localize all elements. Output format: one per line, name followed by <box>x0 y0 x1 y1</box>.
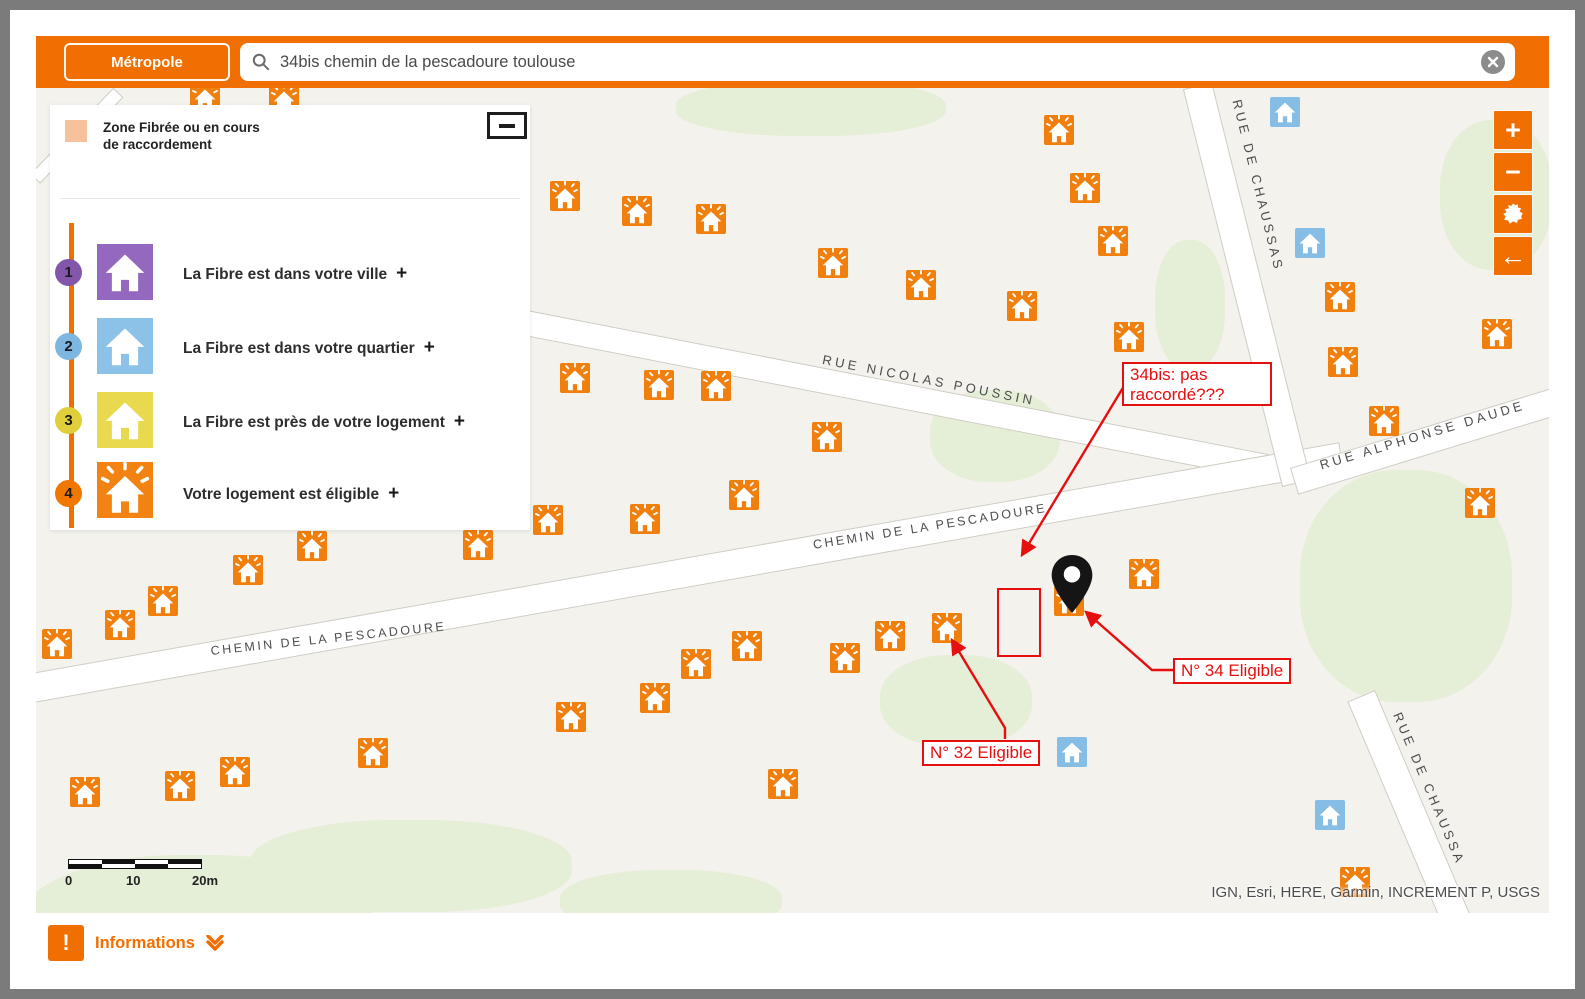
marker-logement-eligible[interactable] <box>701 371 731 401</box>
map-attribution: IGN, Esri, HERE, Garmin, INCREMENT P, US… <box>1211 884 1540 901</box>
location-pin-icon <box>1048 553 1096 615</box>
marker-logement-eligible[interactable] <box>1328 347 1358 377</box>
house-icon-ville <box>97 244 153 300</box>
marker-logement-eligible[interactable] <box>1465 488 1495 518</box>
legend-item-eligible: Votre logement est éligible+ <box>183 483 399 505</box>
search-icon <box>252 53 270 71</box>
marker-logement-eligible[interactable] <box>630 504 660 534</box>
vegetation-patch <box>676 88 946 136</box>
marker-logement-eligible[interactable] <box>220 757 250 787</box>
vegetation-patch <box>1155 240 1225 370</box>
marker-fibre-quartier[interactable] <box>1295 228 1325 258</box>
vegetation-patch <box>560 870 782 913</box>
scale-bar: 0 10 20m <box>68 859 228 889</box>
map-controls: + − ← <box>1493 110 1533 278</box>
close-icon <box>1487 56 1499 68</box>
house-icon-quartier <box>97 318 153 374</box>
marker-logement-eligible[interactable] <box>1114 322 1144 352</box>
plus-icon[interactable]: + <box>396 263 407 284</box>
marker-logement-eligible[interactable] <box>622 196 652 226</box>
window-frame: Métropole <box>0 0 1585 999</box>
app-page: Métropole <box>10 10 1575 989</box>
annotation-rectangle <box>997 588 1041 657</box>
marker-logement-eligible[interactable] <box>1070 173 1100 203</box>
house-icon-logement <box>97 392 153 448</box>
marker-logement-eligible[interactable] <box>556 702 586 732</box>
marker-logement-eligible[interactable] <box>1007 291 1037 321</box>
marker-logement-eligible[interactable] <box>696 204 726 234</box>
marker-logement-eligible[interactable] <box>1098 226 1128 256</box>
divider <box>60 198 520 199</box>
step-badge-3: 3 <box>55 407 82 434</box>
marker-logement-eligible[interactable] <box>830 643 860 673</box>
marker-logement-eligible[interactable] <box>1369 406 1399 436</box>
zone-fibree-swatch <box>65 120 87 142</box>
marker-logement-eligible[interactable] <box>165 771 195 801</box>
marker-logement-eligible[interactable] <box>640 683 670 713</box>
marker-logement-eligible[interactable] <box>732 631 762 661</box>
chevron-down-icon <box>205 935 225 951</box>
marker-logement-eligible[interactable] <box>358 738 388 768</box>
marker-logement-eligible[interactable] <box>906 270 936 300</box>
marker-logement-eligible[interactable] <box>148 586 178 616</box>
marker-logement-eligible[interactable] <box>70 777 100 807</box>
info-exclamation-icon: ! <box>48 925 84 961</box>
france-extent-button[interactable] <box>1493 194 1533 234</box>
france-icon <box>1500 201 1526 227</box>
marker-logement-eligible[interactable] <box>818 248 848 278</box>
annotation-n32: N° 32 Eligible <box>922 740 1040 766</box>
marker-logement-eligible[interactable] <box>1482 319 1512 349</box>
legend-panel: Zone Fibrée ou en cours de raccordement … <box>50 105 530 530</box>
legend-item-ville: La Fibre est dans votre ville+ <box>183 263 407 285</box>
marker-logement-eligible[interactable] <box>644 370 674 400</box>
marker-logement-eligible[interactable] <box>1129 559 1159 589</box>
marker-fibre-quartier[interactable] <box>1315 800 1345 830</box>
marker-logement-eligible[interactable] <box>463 530 493 560</box>
search-input[interactable] <box>280 53 1481 72</box>
minus-icon <box>499 124 515 128</box>
marker-logement-eligible[interactable] <box>297 531 327 561</box>
house-icon-eligible <box>97 462 153 518</box>
header-bar: Métropole <box>36 36 1549 88</box>
metropole-button[interactable]: Métropole <box>64 43 230 81</box>
informations-toggle[interactable]: Informations <box>95 925 225 961</box>
marker-logement-eligible[interactable] <box>560 363 590 393</box>
marker-logement-eligible[interactable] <box>932 613 962 643</box>
marker-logement-eligible[interactable] <box>533 505 563 535</box>
plus-icon[interactable]: + <box>388 483 399 504</box>
zoom-out-button[interactable]: − <box>1493 152 1533 192</box>
street-label: RUE ALPHONSE DAUDE <box>1318 397 1527 472</box>
marker-logement-eligible[interactable] <box>768 769 798 799</box>
step-badge-4: 4 <box>55 480 82 507</box>
marker-logement-eligible[interactable] <box>875 621 905 651</box>
zoom-in-button[interactable]: + <box>1493 110 1533 150</box>
vegetation-patch <box>880 655 1032 747</box>
marker-fibre-quartier[interactable] <box>1057 737 1087 767</box>
plus-icon[interactable]: + <box>454 411 465 432</box>
collapse-legend-button[interactable] <box>487 112 527 139</box>
marker-logement-eligible[interactable] <box>1325 282 1355 312</box>
marker-logement-eligible[interactable] <box>105 610 135 640</box>
annotation-n34: N° 34 Eligible <box>1173 658 1291 684</box>
map-canvas[interactable]: RUE NICOLAS POUSSIN CHEMIN DE LA PESCADO… <box>36 88 1549 913</box>
marker-logement-eligible[interactable] <box>812 422 842 452</box>
marker-logement-eligible[interactable] <box>1044 115 1074 145</box>
marker-logement-eligible[interactable] <box>233 555 263 585</box>
marker-logement-eligible[interactable] <box>550 181 580 211</box>
search-box <box>240 43 1515 81</box>
back-button[interactable]: ← <box>1493 236 1533 276</box>
zone-fibree-label: Zone Fibrée ou en cours de raccordement <box>103 119 260 153</box>
marker-logement-eligible[interactable] <box>42 629 72 659</box>
marker-logement-eligible[interactable] <box>729 480 759 510</box>
step-badge-1: 1 <box>55 259 82 286</box>
clear-search-button[interactable] <box>1481 50 1505 74</box>
legend-item-logement: La Fibre est près de votre logement+ <box>183 411 465 433</box>
plus-icon[interactable]: + <box>424 337 435 358</box>
marker-fibre-quartier[interactable] <box>1270 97 1300 127</box>
step-badge-2: 2 <box>55 333 82 360</box>
marker-logement-eligible[interactable] <box>681 649 711 679</box>
annotation-note: 34bis: pas raccordé??? <box>1122 362 1272 406</box>
legend-item-quartier: La Fibre est dans votre quartier+ <box>183 337 435 359</box>
